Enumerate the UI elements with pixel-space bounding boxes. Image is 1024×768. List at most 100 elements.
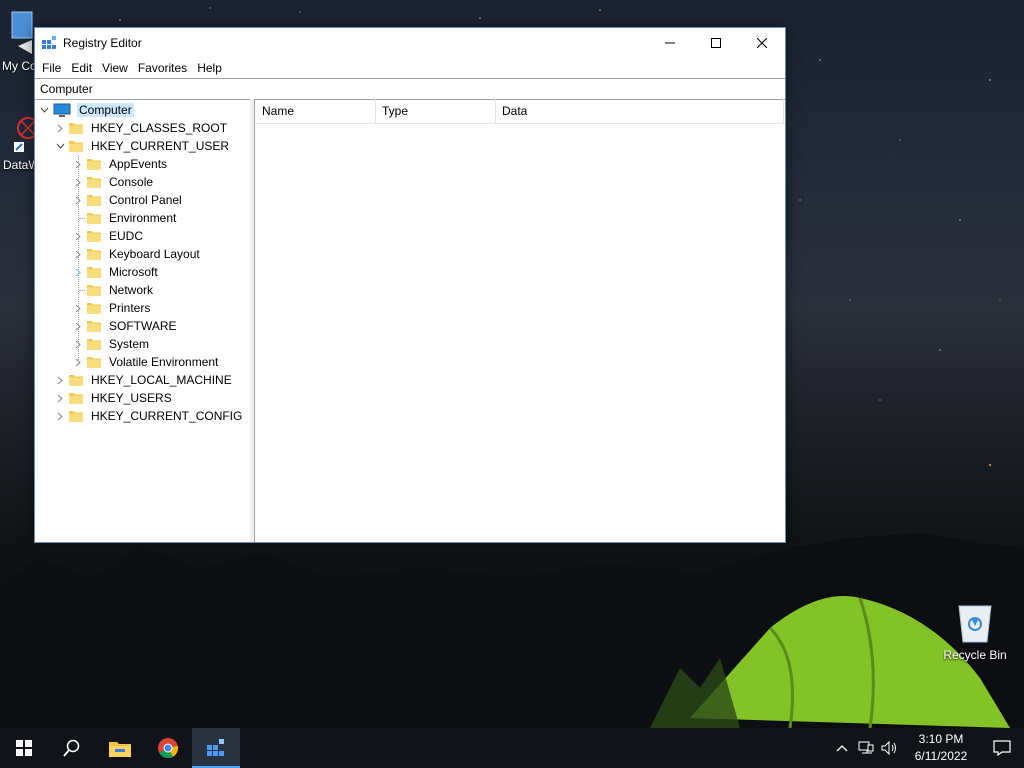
taskbar: 3:10 PM 6/11/2022 <box>0 728 1024 768</box>
tree-node-key[interactable]: AppEvents <box>73 155 169 173</box>
folder-icon <box>87 337 101 351</box>
tree-node-hive[interactable]: HKEY_USERS <box>55 389 174 407</box>
notification-icon <box>993 740 1011 756</box>
tree-node-label: HKEY_CLASSES_ROOT <box>91 121 228 135</box>
registry-editor-taskbar-button[interactable] <box>192 728 240 768</box>
tree-node-label: Console <box>109 175 154 189</box>
clock-date: 6/11/2022 <box>914 749 968 763</box>
tree-node-key[interactable]: Environment <box>73 209 178 227</box>
window-title: Registry Editor <box>63 36 142 50</box>
menu-edit[interactable]: Edit <box>66 61 97 75</box>
desktop-icon-label: Recycle Bin <box>943 648 1007 662</box>
expand-chevron-down-icon[interactable] <box>39 101 49 119</box>
folder-icon <box>87 247 101 261</box>
monitor-icon <box>11 11 33 54</box>
tree-node-label: HKEY_LOCAL_MACHINE <box>91 373 232 387</box>
column-header-type[interactable]: Type <box>376 99 496 123</box>
tree-node-label: HKEY_CURRENT_USER <box>91 139 230 153</box>
desktop-icon-recycle-bin[interactable]: Recycle Bin <box>940 600 1010 662</box>
tree-node-computer[interactable]: Computer <box>39 101 134 119</box>
folder-icon <box>87 211 101 225</box>
tree-node-label: SOFTWARE <box>109 319 177 333</box>
desktop-icon-my-computer[interactable]: My Co <box>0 10 37 73</box>
tree-node-key[interactable]: System <box>73 335 151 353</box>
column-header-data[interactable]: Data <box>496 99 784 123</box>
speaker-icon <box>881 741 896 755</box>
maximize-icon <box>711 38 721 48</box>
address-bar[interactable]: Computer <box>35 78 785 100</box>
computer-icon <box>53 103 71 117</box>
folder-icon <box>87 301 101 315</box>
tree-node-label: Printers <box>109 301 151 315</box>
tree-node-label: HKEY_USERS <box>91 391 172 405</box>
values-list[interactable]: Name Type Data <box>256 99 785 542</box>
menu-file[interactable]: File <box>37 61 66 75</box>
maximize-button[interactable] <box>693 28 739 58</box>
tree-node-label: Environment <box>109 211 177 225</box>
tree-node-label: AppEvents <box>109 157 168 171</box>
tree-node-label: Network <box>109 283 154 297</box>
tree-node-key[interactable]: SOFTWARE <box>73 317 179 335</box>
folder-icon <box>109 742 131 757</box>
action-center-button[interactable] <box>980 728 1024 768</box>
registry-editor-window: Registry Editor File Edit View Favorites… <box>34 27 786 543</box>
tree-node-label: EUDC <box>109 229 144 243</box>
tree-node-key[interactable]: EUDC <box>73 227 145 245</box>
chrome-button[interactable] <box>144 728 192 768</box>
tree-node-label: HKEY_CURRENT_CONFIG <box>91 409 243 423</box>
tree-node-key[interactable]: Microsoft <box>73 263 160 281</box>
folder-icon <box>69 121 83 135</box>
desktop-icon-dataw[interactable]: DataW <box>0 108 40 172</box>
recycle-bin-icon <box>958 605 992 643</box>
tree-node-key[interactable]: Network <box>73 281 155 299</box>
folder-icon <box>87 265 101 279</box>
panes: Computer HKEY_CLASSES_ROOT HKEY_CURRENT_US… <box>35 99 785 542</box>
close-button[interactable] <box>739 28 785 58</box>
column-headers: Name Type Data <box>256 99 785 124</box>
expand-chevron-right-icon[interactable] <box>55 371 65 389</box>
tree-node-hive[interactable]: HKEY_CURRENT_CONFIG <box>55 407 244 425</box>
folder-icon <box>87 157 101 171</box>
tree-connector-line <box>79 218 85 219</box>
minimize-button[interactable] <box>647 28 693 58</box>
tree-node-hive-current-user[interactable]: HKEY_CURRENT_USER <box>55 137 231 155</box>
title-bar[interactable]: Registry Editor <box>35 28 785 58</box>
column-header-name[interactable]: Name <box>256 99 376 123</box>
registry-editor-icon <box>42 36 56 49</box>
start-button[interactable] <box>0 728 48 768</box>
tree-connector-line <box>79 290 85 291</box>
expand-chevron-right-icon[interactable] <box>55 119 65 137</box>
menu-favorites[interactable]: Favorites <box>133 61 192 75</box>
volume-button[interactable] <box>878 728 902 768</box>
menu-help[interactable]: Help <box>192 61 227 75</box>
search-button[interactable] <box>48 728 96 768</box>
expand-chevron-right-icon[interactable] <box>55 407 65 425</box>
address-text[interactable]: Computer <box>40 82 93 96</box>
folder-icon <box>87 229 101 243</box>
show-hidden-icons-button[interactable] <box>830 728 854 768</box>
clock[interactable]: 3:10 PM 6/11/2022 <box>902 731 980 765</box>
expand-chevron-right-icon[interactable] <box>55 389 65 407</box>
network-button[interactable] <box>854 728 878 768</box>
folder-icon <box>87 193 101 207</box>
tree-node-key[interactable]: Console <box>73 173 155 191</box>
network-icon <box>858 741 874 754</box>
folder-icon <box>69 139 83 153</box>
tree-node-key[interactable]: Control Panel <box>73 191 184 209</box>
folder-icon <box>87 175 101 189</box>
tree-node-label: Keyboard Layout <box>109 247 200 261</box>
tree-node-hive[interactable]: HKEY_LOCAL_MACHINE <box>55 371 234 389</box>
tree-node-key[interactable]: Volatile Environment <box>73 353 220 371</box>
folder-icon <box>87 355 101 369</box>
tree-connector-line <box>78 155 79 362</box>
folder-icon <box>69 373 83 387</box>
tree-node-key[interactable]: Keyboard Layout <box>73 245 202 263</box>
chevron-up-icon <box>836 745 848 752</box>
tree-node-hive[interactable]: HKEY_CLASSES_ROOT <box>55 119 229 137</box>
tree-node-key[interactable]: Printers <box>73 299 152 317</box>
menu-view[interactable]: View <box>97 61 133 75</box>
registry-editor-icon <box>207 739 224 756</box>
pane-splitter[interactable] <box>250 99 255 542</box>
expand-chevron-down-icon[interactable] <box>55 137 65 155</box>
file-explorer-button[interactable] <box>96 728 144 768</box>
